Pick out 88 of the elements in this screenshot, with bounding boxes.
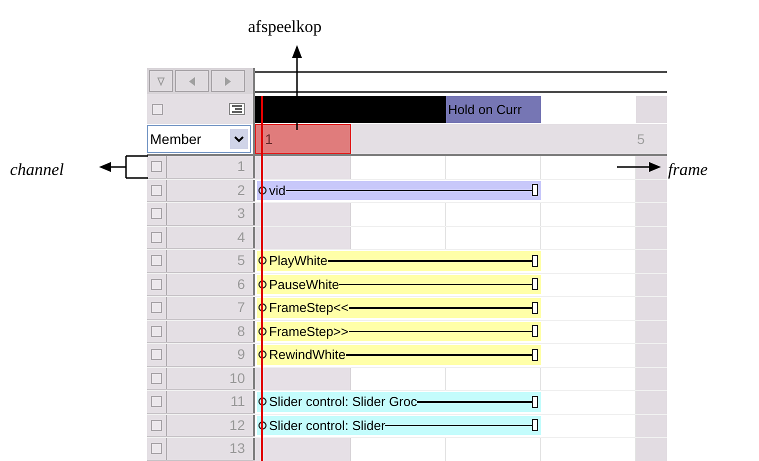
sprite-bar[interactable]: FrameStep>> [257,322,541,341]
channel-toggle[interactable] [151,326,162,337]
sprite-end-icon [532,419,538,432]
annotation-label: frame [668,159,708,181]
sprite-bar[interactable]: FrameStep<< [257,298,541,318]
sprite-start-icon [258,350,267,360]
frame-cell [636,391,667,414]
sprite-end-icon [532,325,538,338]
channel-toggle[interactable] [151,278,162,290]
sprite-bar[interactable]: PauseWhite [257,274,541,294]
back-button[interactable] [175,70,209,92]
annotation-arrow [99,155,149,179]
channel-number: 6 [237,274,245,294]
annotation-label: channel [10,159,64,181]
channel-number: 1 [237,157,245,176]
annotation-arrow [617,162,661,172]
sprite-bar[interactable]: vid [257,180,541,200]
frame-cell [636,368,667,390]
filter-button[interactable] [149,70,173,92]
list-icon[interactable] [229,103,245,115]
frame-cell [636,274,667,296]
sprite-bar[interactable]: Slider control: Slider Groc [257,392,541,412]
channel-number: 13 [229,439,245,458]
annotation-label: afspeelkop [248,16,322,38]
sprite-end-icon [532,278,538,290]
sprite-label: RewindWhite [269,346,346,364]
frame-number: 5 [636,130,645,148]
sprite-start-icon [258,420,267,430]
channel-number: 3 [237,204,245,224]
sprite-bar[interactable]: Slider control: Slider [257,416,541,435]
frame-cell [636,438,667,460]
channel-number: 2 [237,180,245,200]
frame-cell [636,226,667,249]
sprite-bar[interactable]: PlayWhite [257,251,541,270]
channel-toggle[interactable] [151,302,162,314]
sprite-start-icon [258,186,267,195]
playhead-frame[interactable]: 1 [255,124,351,154]
channel-number: 8 [237,322,245,341]
channel-number: 9 [237,345,245,364]
frame-cell [636,297,667,320]
marker-toggle[interactable] [152,104,162,114]
channel-number: 7 [237,298,245,318]
channel-toggle[interactable] [151,396,162,408]
frame-number: 1 [264,130,273,148]
channel-toggle[interactable] [151,349,162,360]
frame-cell [636,250,667,272]
frame-cell [636,344,667,366]
channel-toggle[interactable] [151,232,162,243]
triangle-down-icon [157,76,165,86]
channel-toggle[interactable] [151,161,162,172]
sprite-end-icon [532,184,538,196]
sprite-end-icon [532,396,538,408]
channel-toggle[interactable] [151,372,162,384]
triangle-right-icon [224,76,232,86]
sprite-end-icon [532,348,538,361]
channel-toggle[interactable] [151,255,162,266]
channel-toggle[interactable] [151,184,162,196]
channel-number: 10 [229,368,245,388]
sprite-end-icon [532,254,538,267]
channel-number: 4 [237,228,245,247]
channel-number: 12 [229,416,245,435]
sprite-start-icon [258,397,267,406]
sprite-end-icon [532,302,538,314]
sprite-start-icon [258,280,267,289]
frame-cell [636,203,667,226]
sprite-label: Slider control: Slider [269,416,386,434]
triangle-left-icon [188,76,196,86]
forward-button[interactable] [211,70,245,92]
frame-cell [636,180,667,202]
channel-number: 5 [237,251,245,270]
sprite-label: Slider control: Slider Groc [269,393,418,411]
sprite-start-icon [258,326,267,336]
sprite-label: vid [269,182,286,200]
sprite-label: FrameStep>> [269,322,348,341]
channel-toggle[interactable] [151,443,162,454]
channel-toggle[interactable] [151,420,162,431]
frame-cell [636,320,667,343]
channel-dropdown[interactable]: Member [147,125,251,153]
sprite-start-icon [258,303,267,312]
sprite-label: PlayWhite [269,252,328,270]
sprite-label: PauseWhite [269,276,340,294]
sprite-label: FrameStep<< [269,299,348,317]
channel-number: 11 [230,392,245,412]
sprite-start-icon [258,256,267,266]
sprite-bar[interactable]: RewindWhite [257,345,541,364]
channel-toggle[interactable] [151,208,162,220]
chevron-down-icon [230,129,248,149]
frame-cell [636,414,667,437]
